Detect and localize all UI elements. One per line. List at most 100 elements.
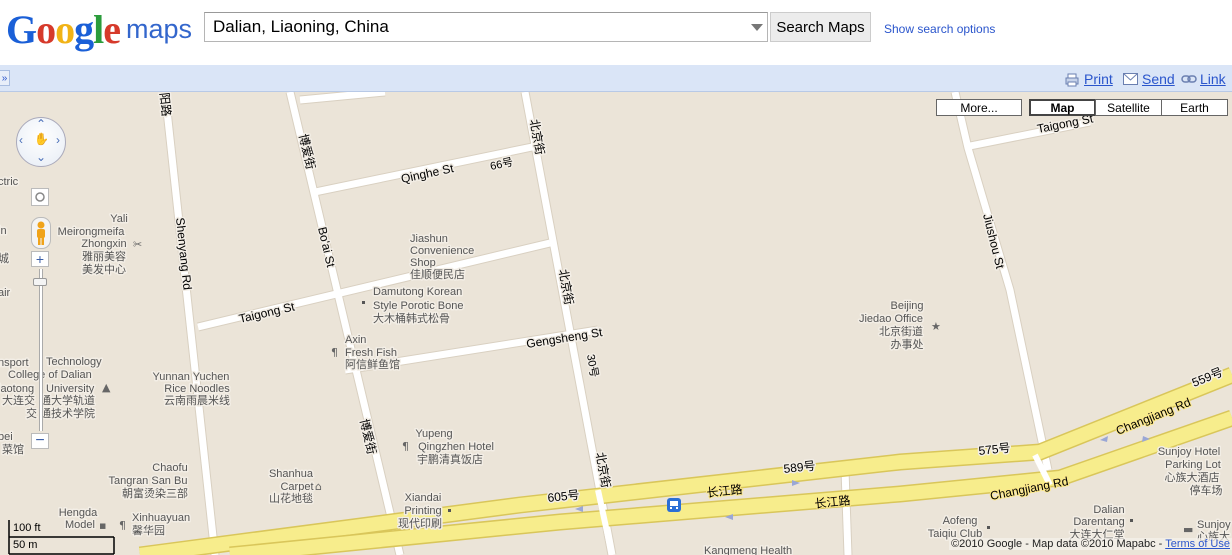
poi-beijing-jiedao[interactable]: Beijing Jiedao Office 北京街道 办事处: [857, 299, 925, 353]
pan-right-icon[interactable]: ›: [56, 133, 60, 147]
map-canvas[interactable]: Qinghe St Taigong St Taigong St Gengshen…: [0, 92, 1232, 555]
svg-text:馨华园: 馨华园: [132, 523, 165, 537]
poi-dot-xiandai[interactable]: [448, 509, 451, 512]
poi-xiandai[interactable]: Xiandai Printing 现代印刷: [397, 491, 444, 532]
zoom-in-button[interactable]: +: [31, 251, 49, 267]
copyright-notice: ©2010 Google - Map data ©2010 Mapabc - T…: [949, 538, 1232, 550]
pan-down-icon[interactable]: ⌄: [36, 150, 46, 164]
search-history-dropdown-icon[interactable]: [751, 24, 763, 31]
svg-text:Shop: Shop: [410, 257, 436, 269]
pan-up-icon[interactable]: ⌃: [36, 117, 46, 131]
svg-text:Tangran San Bu: Tangran San Bu: [109, 475, 188, 487]
search-maps-button[interactable]: Search Maps: [770, 12, 871, 42]
label-beijing-cn-2: 北京街: [556, 268, 576, 306]
svg-text:美发中心: 美发中心: [82, 262, 126, 276]
logo-product: maps: [126, 14, 193, 44]
svg-text:通大学轨道: 通大学轨道: [40, 393, 95, 407]
poi-sunjoy-parking[interactable]: Sunjoy Hotel Parking Lot 心族大酒店 停车场: [1156, 445, 1224, 499]
zoom-out-button[interactable]: −: [31, 433, 49, 449]
send-link[interactable]: Send: [1142, 71, 1175, 87]
poi-jiashun[interactable]: Jiashun Convenience Shop 佳顺便民店: [409, 232, 476, 283]
barber-icon[interactable]: ✂: [133, 238, 142, 251]
zoom-slider-handle[interactable]: [33, 278, 47, 286]
terms-of-use-link[interactable]: Terms of Use: [1165, 538, 1230, 550]
svg-text:Sunjoy: Sunjoy: [1197, 519, 1231, 531]
poi-dot-damutong[interactable]: [362, 301, 365, 304]
link-icon[interactable]: [1181, 73, 1197, 85]
svg-text:Meirongmeifa: Meirongmeifa: [58, 226, 126, 238]
google-maps-logo[interactable]: Google maps: [6, 6, 193, 52]
svg-text:雅丽美容: 雅丽美容: [82, 249, 126, 263]
street-view-pegman[interactable]: [31, 217, 51, 249]
svg-text:办事处: 办事处: [891, 338, 924, 351]
label-shenyang-rd: Shenyang Rd: [173, 217, 195, 291]
poi-yali[interactable]: Yali Meirongmeifa Zhongxin 雅丽美容 美发中心: [56, 212, 129, 278]
bus-stop-icon[interactable]: [667, 498, 681, 512]
map-toolbar: » Print Send Link: [0, 65, 1232, 92]
star-icon[interactable]: ★: [931, 320, 941, 333]
pegman-icon: [37, 221, 45, 245]
search-input[interactable]: [205, 13, 745, 41]
svg-text:交: 交: [26, 406, 37, 420]
svg-text:Sunjoy Hotel: Sunjoy Hotel: [1158, 446, 1220, 458]
copyright-text: ©2010 Google - Map data ©2010 Mapabc -: [951, 538, 1166, 550]
svg-text:Qingzhen Hotel: Qingzhen Hotel: [418, 441, 494, 453]
svg-text:Yunnan Yuchen: Yunnan Yuchen: [153, 371, 230, 383]
map-type-satellite-button[interactable]: Satellite: [1095, 99, 1162, 116]
svg-text:Jiashun: Jiashun: [410, 233, 448, 245]
shop-icon[interactable]: ⌂: [315, 480, 322, 493]
svg-text:Yali: Yali: [110, 213, 128, 225]
logo-brand: Google: [6, 7, 121, 52]
label-taigong-st: Taigong St: [238, 299, 297, 326]
svg-text:Chaofu: Chaofu: [152, 462, 187, 474]
poi-damutong[interactable]: Damutong Korean Style Porotic Bone 大木桶韩式…: [372, 285, 466, 327]
poi-kangmeng[interactable]: Kangmeng Health: [703, 544, 794, 555]
poi-chaofu[interactable]: Chaofu Tangran San Bu 朝富烫染三部: [107, 461, 189, 502]
show-search-options-link[interactable]: Show search options: [884, 22, 995, 36]
lodging-icon[interactable]: ▬: [1183, 523, 1193, 536]
restaurant-icon-3[interactable]: ¶: [119, 519, 126, 532]
svg-text:air: air: [0, 287, 11, 299]
svg-text:Jiedao Office: Jiedao Office: [859, 313, 923, 325]
expand-panel-button[interactable]: »: [0, 70, 10, 86]
mail-icon[interactable]: [1123, 73, 1138, 85]
pan-left-icon[interactable]: ‹: [19, 133, 23, 147]
print-icon[interactable]: [1065, 73, 1079, 87]
hand-icon[interactable]: ✋: [34, 132, 49, 146]
scale-feet: 100 ft: [13, 522, 41, 534]
poi-dot-darentang[interactable]: [1130, 519, 1133, 522]
svg-text:Carpet: Carpet: [280, 481, 313, 493]
label-bo-ai-cn-1: 博爱街: [296, 132, 319, 170]
map-type-map-button[interactable]: Map: [1029, 99, 1096, 116]
rotate-toggle-button[interactable]: [31, 188, 49, 206]
university-icon[interactable]: ▲: [102, 381, 111, 394]
pan-control[interactable]: ⌃ ‹ › ⌄ ✋: [16, 117, 66, 167]
poi-shanhua[interactable]: Shanhua Carpet 山花地毯: [267, 467, 315, 507]
svg-text:Beijing: Beijing: [890, 300, 923, 312]
svg-text:现代印刷: 现代印刷: [398, 517, 442, 530]
restaurant-icon-2[interactable]: ¶: [402, 440, 409, 453]
print-link[interactable]: Print: [1084, 71, 1113, 87]
poi-yupeng[interactable]: Yupeng Qingzhen Hotel 宇鹏清真饭店: [414, 427, 496, 468]
restaurant-icon[interactable]: ¶: [331, 346, 338, 359]
zoom-track[interactable]: [39, 269, 43, 431]
poi-aofeng[interactable]: Aofeng Taiqiu Club: [926, 514, 983, 542]
svg-text:ctric: ctric: [0, 176, 19, 188]
poi-dot-aofeng[interactable]: [987, 526, 990, 529]
map-type-earth-button[interactable]: Earth: [1161, 99, 1228, 116]
svg-text:心族大酒店: 心族大酒店: [1165, 470, 1220, 484]
svg-text:Xiandai: Xiandai: [405, 492, 442, 504]
poi-yunnan[interactable]: Yunnan Yuchen Rice Noodles 云南雨晨米线: [151, 370, 232, 409]
label-no-30: 30号: [584, 353, 601, 378]
poi-axin[interactable]: Axin Fresh Fish 阿信鲜鱼馆: [344, 333, 402, 373]
more-layers-button[interactable]: More...: [936, 99, 1022, 116]
poi-dalian-darentang[interactable]: Dalian Darentang 大连大仁堂: [1068, 503, 1126, 543]
svg-text:云南雨晨米线: 云南雨晨米线: [164, 393, 230, 407]
svg-text:大连交: 大连交: [2, 393, 35, 407]
svg-text:阿信鲜鱼馆: 阿信鲜鱼馆: [345, 357, 400, 371]
svg-text:College of Dalian: College of Dalian: [8, 369, 92, 381]
link-link[interactable]: Link: [1200, 71, 1226, 87]
svg-text:Shanhua: Shanhua: [269, 468, 314, 480]
svg-text:佳顺便民店: 佳顺便民店: [410, 267, 465, 281]
poi-xinhuayuan[interactable]: Xinhuayuan 馨华园: [131, 511, 192, 539]
